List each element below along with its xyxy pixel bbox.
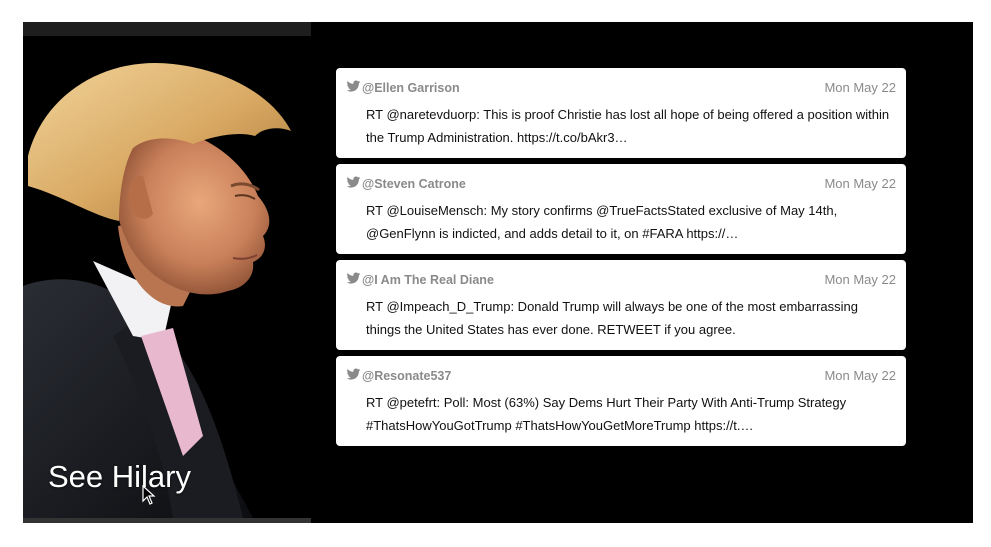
tweet-text-line: things the United States has ever done. … [366,322,736,337]
panel-top-bar [23,22,311,36]
tweet-feed: @Ellen Garrison Mon May 22 RT @naretevdu… [336,68,906,452]
panel-bottom-bar [23,518,311,523]
tweet-text-line: RT @Impeach_D_Trump: Donald Trump will a… [366,299,859,314]
tweet-text-line: the Trump Administration. https://t.co/b… [366,130,628,145]
see-hilary-link[interactable]: See Hilary [48,459,191,495]
tweet-text: RT @petefrt: Poll: Most (63%) Say Dems H… [366,391,896,437]
tweet-date: Mon May 22 [824,176,896,191]
portrait-panel: See Hilary [23,22,311,523]
tweet-card[interactable]: @Steven Catrone Mon May 22 RT @LouiseMen… [336,164,906,254]
tweet-handle[interactable]: @Ellen Garrison [362,81,460,95]
tweet-card[interactable]: @I Am The Real Diane Mon May 22 RT @Impe… [336,260,906,350]
twitter-bird-icon [346,272,361,284]
tweet-text: RT @naretevduorp: This is proof Christie… [366,103,896,149]
tweet-header: @Ellen Garrison Mon May 22 [346,80,896,96]
tweet-text-line: #ThatsHowYouGotTrump #ThatsHowYouGetMore… [366,418,754,433]
twitter-bird-icon [346,176,361,188]
tweet-header: @I Am The Real Diane Mon May 22 [346,272,896,288]
tweet-date: Mon May 22 [824,80,896,95]
tweet-handle[interactable]: @Resonate537 [362,369,451,383]
tweet-card[interactable]: @Ellen Garrison Mon May 22 RT @naretevdu… [336,68,906,158]
tweet-date: Mon May 22 [824,272,896,287]
twitter-bird-icon [346,80,361,92]
tweet-date: Mon May 22 [824,368,896,383]
twitter-bird-icon [346,368,361,380]
tweet-handle[interactable]: @I Am The Real Diane [362,273,494,287]
tweet-header: @Resonate537 Mon May 22 [346,368,896,384]
tweet-text-line: RT @petefrt: Poll: Most (63%) Say Dems H… [366,395,847,410]
app-frame: See Hilary @Ellen Garrison Mon May 22 RT… [23,22,973,523]
tweet-text-line: RT @LouiseMensch: My story confirms @Tru… [366,203,838,218]
portrait-image [23,36,311,518]
tweet-text-line: RT @naretevduorp: This is proof Christie… [366,107,890,122]
tweet-card[interactable]: @Resonate537 Mon May 22 RT @petefrt: Pol… [336,356,906,446]
tweet-handle[interactable]: @Steven Catrone [362,177,466,191]
tweet-text-line: @GenFlynn is indicted, and adds detail t… [366,226,739,241]
tweet-text: RT @LouiseMensch: My story confirms @Tru… [366,199,896,245]
mouse-cursor-icon [142,485,156,505]
tweet-header: @Steven Catrone Mon May 22 [346,176,896,192]
tweet-text: RT @Impeach_D_Trump: Donald Trump will a… [366,295,896,341]
